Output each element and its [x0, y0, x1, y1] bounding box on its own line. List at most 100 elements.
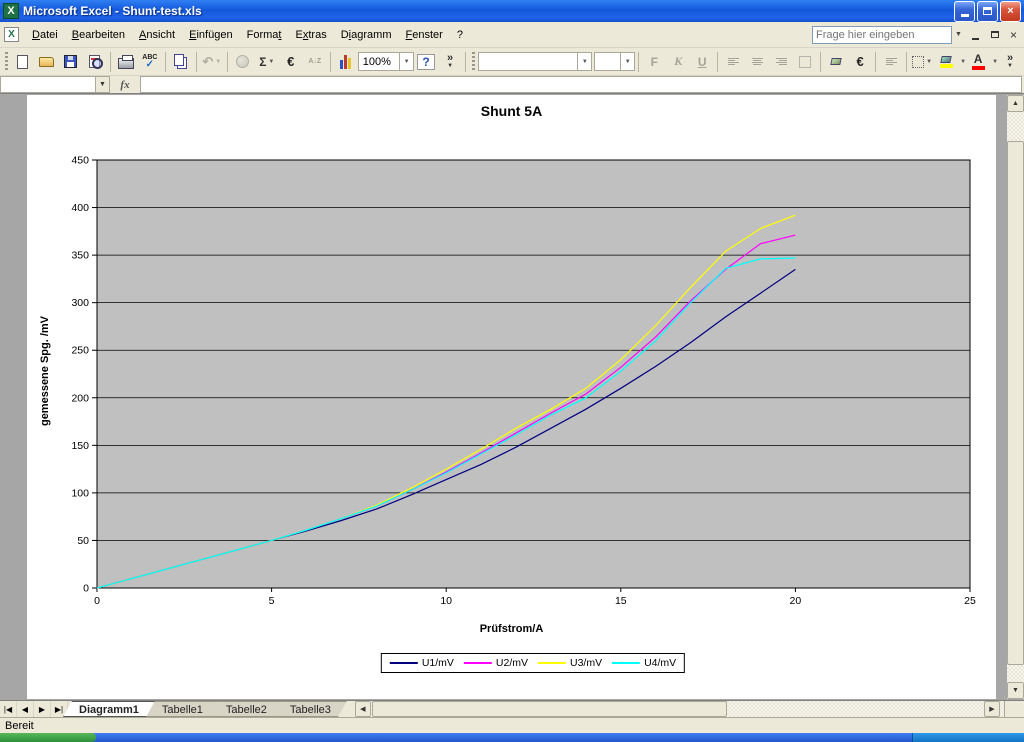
legend-item-u1mv: U1/mV: [390, 657, 454, 669]
workbook-icon[interactable]: X: [4, 27, 19, 42]
zoom-value: 100%: [363, 56, 391, 68]
save-button[interactable]: [60, 51, 82, 73]
menu-item-?[interactable]: ?: [450, 25, 470, 45]
toolbar-grip-2[interactable]: [472, 52, 475, 72]
zoom-dropdown-icon: ▼: [399, 53, 413, 70]
toolbar-grip[interactable]: [5, 52, 8, 72]
bold-button: F: [643, 51, 665, 73]
close-button[interactable]: ×: [1000, 1, 1021, 22]
sheet-tab-tabelle3[interactable]: Tabelle3: [274, 701, 347, 717]
menu-item-einfgen[interactable]: Einfügen: [182, 25, 239, 45]
fill-color-button[interactable]: [935, 51, 957, 73]
window-title: Microsoft Excel - Shunt-test.xls: [23, 4, 954, 18]
search-button[interactable]: [84, 51, 106, 73]
name-box-dropdown-icon[interactable]: ▼: [96, 76, 110, 93]
merge-center-button: [794, 51, 816, 73]
status-text: Bereit: [5, 720, 34, 732]
horizontal-scroll-thumb[interactable]: [372, 701, 727, 717]
system-tray: [912, 733, 1024, 742]
legend-label: U1/mV: [422, 657, 454, 669]
previous-sheet-button[interactable]: ◀: [17, 701, 34, 717]
y-tick-label: 200: [71, 392, 89, 404]
next-sheet-button[interactable]: ▶: [34, 701, 51, 717]
y-tick-label: 150: [71, 440, 89, 452]
autosum-button[interactable]: Σ▼: [256, 51, 278, 73]
y-tick-label: 250: [71, 345, 89, 357]
copy-icon: [174, 54, 184, 66]
fill-bucket-icon: [940, 56, 951, 63]
legend-item-u3mv: U3/mV: [538, 657, 602, 669]
borders-button[interactable]: ▼: [911, 51, 933, 73]
start-button[interactable]: [0, 733, 96, 742]
copy-button[interactable]: [170, 51, 192, 73]
hyperlink-button: [232, 51, 254, 73]
chart-wizard-button[interactable]: [335, 51, 357, 73]
font-size-combobox[interactable]: ▼: [594, 52, 635, 71]
first-sheet-button[interactable]: |◀: [0, 701, 17, 717]
name-box[interactable]: [0, 76, 96, 93]
toolbar-options-button[interactable]: »▼: [439, 51, 461, 73]
formatting-options-button[interactable]: »▼: [999, 51, 1021, 73]
sort-az-icon: A↓Z: [308, 58, 321, 65]
document-area: 0501001502002503003504004500510152025 Sh…: [0, 94, 1024, 700]
menu-item-bearbeiten[interactable]: Bearbeiten: [65, 25, 132, 45]
legend-item-u4mv: U4/mV: [612, 657, 676, 669]
indent-icon: [886, 58, 897, 65]
restore-button[interactable]: [977, 1, 998, 22]
merge-center-icon: [799, 56, 811, 68]
menu-item-datei[interactable]: Datei: [25, 25, 65, 45]
sheet-tab-tabelle2[interactable]: Tabelle2: [210, 701, 283, 717]
vertical-scroll-thumb[interactable]: [1007, 141, 1024, 665]
sheet-tab-diagramm1[interactable]: Diagramm1: [63, 701, 155, 717]
menu-item-fenster[interactable]: Fenster: [398, 25, 449, 45]
question-input[interactable]: [812, 26, 952, 44]
legend-swatch: [538, 662, 566, 664]
euro-style-button[interactable]: €: [849, 51, 871, 73]
menu-item-format[interactable]: Format: [240, 25, 289, 45]
vertical-scrollbar[interactable]: ▲ ▼: [1007, 95, 1024, 699]
minimize-button[interactable]: [954, 1, 975, 22]
workbook-close-button[interactable]: ×: [1005, 27, 1022, 43]
open-button[interactable]: [36, 51, 58, 73]
chart-plot[interactable]: 0501001502002503003504004500510152025: [27, 95, 996, 699]
zoom-combobox[interactable]: 100% ▼: [358, 52, 414, 71]
align-center-button: [746, 51, 768, 73]
new-button[interactable]: [12, 51, 34, 73]
sheet-tab-tabelle1[interactable]: Tabelle1: [146, 701, 219, 717]
euro-conversion-button[interactable]: €: [280, 51, 302, 73]
y-tick-label: 450: [71, 155, 89, 167]
currency-button[interactable]: [825, 51, 847, 73]
font-name-combobox[interactable]: ▼: [478, 52, 592, 71]
insert-function-button[interactable]: fx: [110, 76, 140, 93]
x-tick-label: 5: [269, 595, 275, 607]
workbook-restore-button[interactable]: [986, 27, 1003, 43]
open-folder-icon: [39, 57, 54, 67]
workbook-minimize-button[interactable]: [967, 27, 984, 43]
legend-label: U2/mV: [496, 657, 528, 669]
help-button[interactable]: ?: [415, 51, 437, 73]
font-color-button[interactable]: A: [967, 51, 989, 73]
legend-swatch: [390, 662, 418, 664]
print-button[interactable]: [115, 51, 137, 73]
spelling-button[interactable]: ABC✓: [139, 51, 161, 73]
scroll-left-button[interactable]: ◀: [355, 701, 371, 717]
question-dropdown-icon[interactable]: ▼: [952, 26, 965, 44]
search-icon: [89, 55, 100, 68]
align-left-icon: [728, 58, 739, 65]
borders-icon: [912, 56, 924, 68]
scroll-right-button[interactable]: ▶: [984, 701, 1000, 717]
menu-item-extras[interactable]: Extras: [288, 25, 333, 45]
chart-sheet[interactable]: 0501001502002503003504004500510152025 Sh…: [27, 95, 996, 699]
help-icon: ?: [417, 54, 434, 70]
scroll-down-button[interactable]: ▼: [1007, 682, 1024, 699]
autosum-icon: Σ: [259, 55, 266, 69]
scrollbar-corner: [1004, 701, 1024, 717]
horizontal-scrollbar[interactable]: ◀ ▶: [355, 701, 1004, 717]
scroll-up-button[interactable]: ▲: [1007, 95, 1024, 112]
underline-button: U: [691, 51, 713, 73]
menu-item-ansicht[interactable]: Ansicht: [132, 25, 182, 45]
formula-input[interactable]: [140, 76, 1022, 93]
menu-item-diagramm[interactable]: Diagramm: [334, 25, 399, 45]
chart-legend[interactable]: U1/mV U2/mV U3/mV U4/mV: [381, 653, 685, 673]
legend-label: U4/mV: [644, 657, 676, 669]
